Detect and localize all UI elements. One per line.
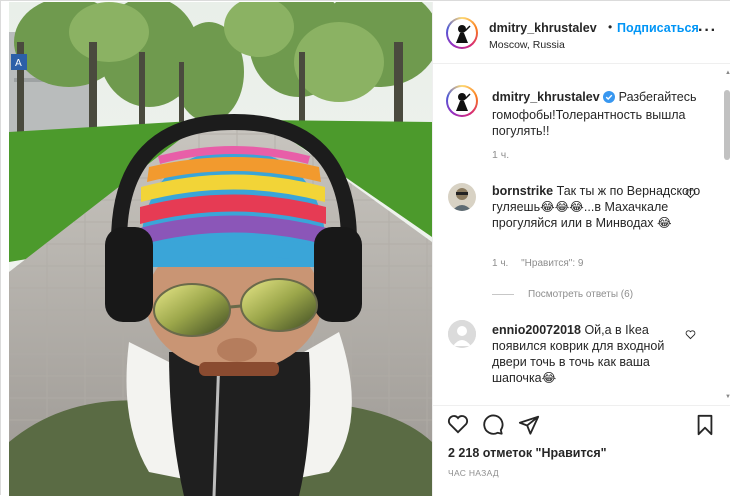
like-heart-icon[interactable] — [447, 414, 469, 439]
author-username[interactable]: dmitry_khrustalev — [489, 21, 597, 35]
scroll-up-arrow-icon[interactable]: ▲ — [725, 70, 730, 76]
comment-meta: 1 ч. "Нравится": 9 — [492, 258, 593, 269]
svg-text:A: A — [15, 58, 22, 69]
caption-avatar-image — [451, 90, 473, 112]
author-avatar-image — [451, 22, 473, 44]
selfie-image: A — [9, 2, 432, 496]
likes-count[interactable]: 2 218 отметок "Нравится" — [448, 446, 607, 460]
share-paper-plane-icon[interactable] — [518, 414, 540, 441]
header-separator: • — [608, 20, 613, 34]
commenter-avatar-default[interactable] — [448, 320, 476, 348]
commenter-avatar-image — [448, 183, 476, 211]
view-replies-button[interactable]: Посмотреть ответы (6) — [492, 289, 633, 300]
comments-list[interactable]: dmitry_khrustalev Разбегайтесь гомофобы!… — [433, 65, 730, 405]
post-frame: A dmitry_khrustalev • Подписаться Moscow… — [0, 0, 730, 496]
verified-badge-icon — [603, 91, 616, 107]
more-options-icon[interactable]: ··· — [698, 22, 717, 40]
post-actions: 2 218 отметок "Нравится" Час назад — [433, 405, 730, 496]
comment-body: bornstrike Так ты ж по Вернадского гуляе… — [492, 183, 702, 231]
post-side-panel: dmitry_khrustalev • Подписаться Moscow, … — [432, 2, 730, 496]
view-replies-label: Посмотреть ответы (6) — [528, 289, 634, 300]
comment-username[interactable]: bornstrike — [492, 184, 553, 198]
comment-body: ennio20072018 Ой,а в Ikea появился коври… — [492, 322, 702, 386]
post-header: dmitry_khrustalev • Подписаться Moscow, … — [433, 2, 730, 64]
comment-username[interactable]: ennio20072018 — [492, 323, 581, 337]
comment-bubble-icon[interactable] — [482, 414, 504, 441]
caption-time[interactable]: 1 ч. — [492, 149, 509, 161]
commenter-avatar[interactable] — [448, 183, 476, 211]
replies-line — [492, 293, 514, 295]
follow-button[interactable]: Подписаться — [617, 21, 699, 35]
comment-likes[interactable]: "Нравится": 9 — [521, 258, 583, 269]
author-avatar[interactable] — [446, 17, 478, 49]
default-user-icon — [448, 320, 476, 348]
comment-time[interactable]: 1 ч. — [492, 258, 508, 269]
posted-time[interactable]: Час назад — [448, 468, 499, 478]
scrollbar-thumb[interactable] — [724, 90, 730, 160]
caption: dmitry_khrustalev Разбегайтесь гомофобы!… — [492, 89, 717, 139]
save-bookmark-icon[interactable] — [695, 414, 715, 441]
caption-author-avatar[interactable] — [446, 85, 478, 117]
comment-like-heart-icon[interactable] — [685, 327, 696, 345]
caption-username[interactable]: dmitry_khrustalev — [492, 90, 600, 104]
scroll-down-arrow-icon[interactable]: ▼ — [725, 394, 730, 400]
post-photo[interactable]: A — [9, 2, 432, 496]
post-location[interactable]: Moscow, Russia — [489, 39, 565, 51]
comment-like-heart-icon[interactable] — [685, 186, 696, 204]
